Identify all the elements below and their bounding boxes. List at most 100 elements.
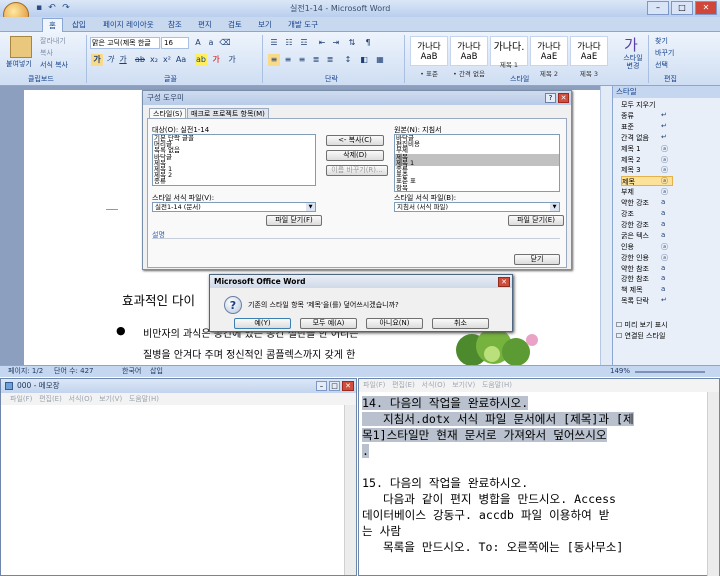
- cancel-button[interactable]: 취소: [432, 318, 489, 329]
- style-heading-3[interactable]: 가나다AaE 제목 3: [570, 36, 608, 78]
- clear-format-icon[interactable]: ⌫: [219, 37, 231, 49]
- font-size-combo[interactable]: 16: [161, 37, 189, 49]
- notepad-maximize-button[interactable]: □: [329, 381, 340, 391]
- tab-references[interactable]: 참조: [162, 18, 188, 32]
- menu-edit[interactable]: 편집(E): [39, 395, 62, 403]
- status-mode[interactable]: 삽입: [150, 366, 163, 377]
- status-words[interactable]: 단어 수: 427: [54, 366, 94, 377]
- notepad-text-area[interactable]: [3, 407, 343, 573]
- menu-format[interactable]: 서식(O): [422, 381, 446, 389]
- target-style-list[interactable]: 기본 단락 글꼴 머리글 목록 없음 바닥글 제목 제목 1 제목 2 종류: [152, 134, 316, 186]
- style-pane-item[interactable]: 모두 지우기: [621, 100, 673, 110]
- decrease-indent-icon[interactable]: ⇤: [316, 37, 328, 49]
- organizer-close-x[interactable]: ✕: [558, 93, 569, 103]
- status-page[interactable]: 페이지: 1/2: [8, 366, 43, 377]
- underline-icon[interactable]: 가: [117, 54, 129, 66]
- line-spacing-icon[interactable]: ↕: [342, 54, 354, 66]
- grow-font-icon[interactable]: A: [192, 37, 204, 49]
- menu-format[interactable]: 서식(O): [69, 395, 93, 403]
- style-heading-1[interactable]: 가나다. 제목 1: [490, 36, 528, 69]
- task-text-content[interactable]: 14. 다음의 작업을 완료하시오. 지침서.dotx 서식 파일 문서에서 […: [362, 395, 707, 555]
- copy-button[interactable]: 복사: [40, 48, 53, 58]
- linked-styles-option[interactable]: ☐ 연결된 스타일: [616, 331, 665, 341]
- rename-button[interactable]: 이름 바꾸기(R)...: [326, 165, 388, 176]
- format-painter-button[interactable]: 서식 복사: [40, 60, 68, 70]
- document-scrollbar[interactable]: [600, 86, 612, 365]
- tab-view[interactable]: 보기: [252, 18, 278, 32]
- find-button[interactable]: 찾기: [655, 36, 668, 46]
- delete-button[interactable]: 삭제(D): [326, 150, 384, 161]
- menu-edit[interactable]: 편집(E): [392, 381, 415, 389]
- menu-file[interactable]: 파일(F): [10, 395, 32, 403]
- style-list-item[interactable]: 종류: [153, 178, 315, 185]
- superscript-icon[interactable]: x²: [161, 54, 173, 66]
- change-styles-icon[interactable]: 가: [624, 34, 638, 55]
- highlight-icon[interactable]: ab: [195, 54, 207, 66]
- help-button[interactable]: ?: [545, 93, 556, 103]
- multilevel-icon[interactable]: ☲: [298, 37, 310, 49]
- maximize-button[interactable]: □: [671, 1, 693, 15]
- italic-icon[interactable]: 가: [104, 54, 116, 66]
- left-file-combo[interactable]: 실전1-14 (문서) ▼: [152, 202, 316, 212]
- confirm-close-x[interactable]: ✕: [498, 277, 510, 287]
- align-right-icon[interactable]: ≡: [296, 54, 308, 66]
- undo-icon[interactable]: ↶: [46, 2, 58, 14]
- status-language[interactable]: 한국어: [122, 366, 141, 377]
- minimize-button[interactable]: –: [647, 1, 669, 15]
- style-heading-2[interactable]: 가나다AaE 제목 2: [530, 36, 568, 78]
- bullets-icon[interactable]: ☰: [268, 37, 280, 49]
- char-shading-icon[interactable]: 가: [226, 54, 238, 66]
- redo-icon[interactable]: ↷: [60, 2, 72, 14]
- sort-icon[interactable]: ⇅: [346, 37, 358, 49]
- yes-to-all-button[interactable]: 모두 예(A): [300, 318, 357, 329]
- numbering-icon[interactable]: ☷: [283, 37, 295, 49]
- shading-icon[interactable]: ◧: [358, 54, 370, 66]
- change-case-icon[interactable]: Aa: [175, 54, 187, 66]
- font-color-icon[interactable]: 가: [210, 54, 222, 66]
- close-button[interactable]: ✕: [695, 1, 717, 15]
- no-button[interactable]: 아니요(N): [366, 318, 423, 329]
- organizer-close-button[interactable]: 닫기: [514, 254, 560, 265]
- subscript-icon[interactable]: x₂: [148, 54, 160, 66]
- notepad-scrollbar[interactable]: [344, 405, 356, 575]
- cut-button[interactable]: 잘라내기: [40, 36, 66, 46]
- zoom-slider[interactable]: [635, 371, 705, 373]
- tab-home[interactable]: 홈: [42, 18, 63, 32]
- close-file-right-button[interactable]: 파일 닫기(E): [508, 215, 564, 226]
- increase-indent-icon[interactable]: ⇥: [330, 37, 342, 49]
- menu-help[interactable]: 도움말(H): [482, 381, 512, 389]
- source-style-list[interactable]: 바닥글 편집비용 부제 제목 제목 1 종류 표준 표준 표 항목: [394, 134, 560, 192]
- align-center-icon[interactable]: ≡: [282, 54, 294, 66]
- tab-developer[interactable]: 개발 도구: [282, 18, 324, 32]
- tab-mailings[interactable]: 편지: [192, 18, 218, 32]
- save-icon[interactable]: ▪: [33, 2, 45, 14]
- show-marks-icon[interactable]: ¶: [362, 37, 374, 49]
- tab-insert[interactable]: 삽입: [66, 18, 92, 32]
- distributed-icon[interactable]: ≣: [324, 54, 336, 66]
- borders-icon[interactable]: ▦: [374, 54, 386, 66]
- change-styles-button[interactable]: 스타일 변경: [622, 54, 644, 70]
- strikethrough-icon[interactable]: ab: [134, 54, 146, 66]
- style-normal[interactable]: 가나다AaB • 표준: [410, 36, 448, 78]
- right-file-combo[interactable]: 지침서 (서식 파일) ▼: [394, 202, 560, 212]
- notepad-close-button[interactable]: ✕: [342, 381, 354, 391]
- justify-icon[interactable]: ≣: [310, 54, 322, 66]
- replace-button[interactable]: 바꾸기: [655, 48, 674, 58]
- tab-review[interactable]: 검토: [222, 18, 248, 32]
- close-file-left-button[interactable]: 파일 닫기(F): [266, 215, 322, 226]
- style-no-spacing[interactable]: 가나다AaB • 간격 없음: [450, 36, 488, 78]
- shrink-font-icon[interactable]: a: [205, 37, 217, 49]
- menu-help[interactable]: 도움말(H): [129, 395, 159, 403]
- bold-icon[interactable]: 가: [91, 54, 103, 66]
- align-left-icon[interactable]: ≡: [268, 54, 280, 66]
- tab-page-layout[interactable]: 페이지 레이아웃: [97, 18, 160, 32]
- task-scrollbar[interactable]: [707, 392, 719, 576]
- yes-button[interactable]: 예(Y): [234, 318, 291, 329]
- paste-icon[interactable]: [10, 36, 32, 58]
- select-button[interactable]: 선택: [655, 60, 668, 70]
- menu-view[interactable]: 보기(V): [452, 381, 475, 389]
- style-list-item[interactable]: 항목: [395, 184, 559, 191]
- menu-file[interactable]: 파일(F): [363, 381, 385, 389]
- font-name-combo[interactable]: 맑은 고딕(제목 한글: [90, 37, 160, 49]
- copy-button[interactable]: <- 복사(C): [326, 135, 384, 146]
